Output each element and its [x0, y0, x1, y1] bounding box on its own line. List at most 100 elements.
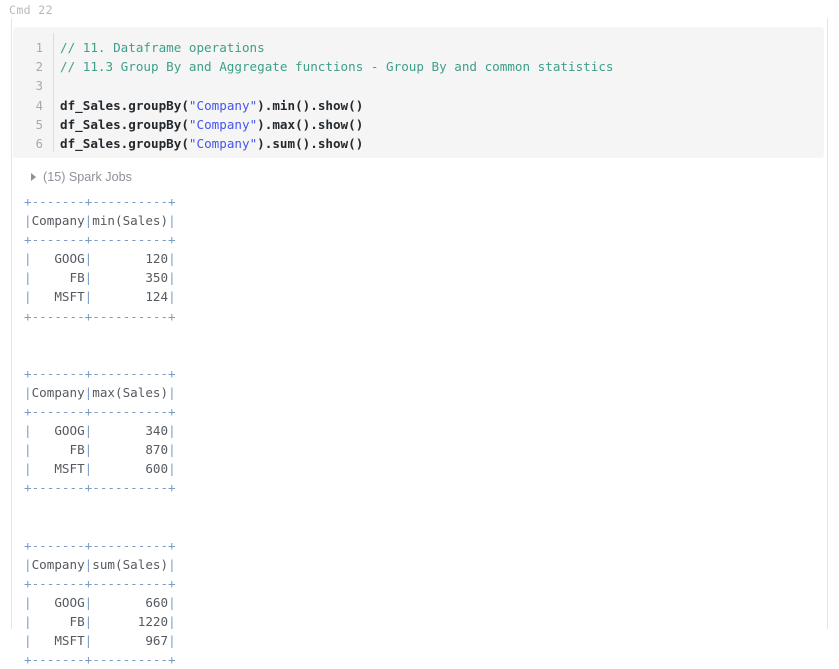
- table-row: | GOOG| 660|: [24, 593, 814, 612]
- table-cell-divider: |: [168, 557, 176, 572]
- cell-left-border: [11, 18, 12, 629]
- code-line-text[interactable]: df_Sales.groupBy("Company").max().show(): [43, 115, 363, 134]
- table-cell: GOOG: [32, 595, 85, 610]
- table-cell: 660: [92, 595, 168, 610]
- code-line-text[interactable]: df_Sales.groupBy("Company").sum().show(): [43, 134, 363, 153]
- table-cell-divider: |: [168, 461, 176, 476]
- table-rule-mid: +-------+----------+: [24, 574, 814, 593]
- table-cell: 967: [92, 633, 168, 648]
- code-line[interactable]: 6df_Sales.groupBy("Company").sum().show(…: [13, 134, 824, 153]
- code-line[interactable]: 3: [13, 76, 824, 95]
- code-line[interactable]: 5df_Sales.groupBy("Company").max().show(…: [13, 115, 824, 134]
- line-number: 6: [13, 135, 43, 154]
- cell-command-label: Cmd 22: [9, 3, 53, 17]
- code-line-text[interactable]: // 11. Dataframe operations: [43, 38, 265, 57]
- code-line[interactable]: 4df_Sales.groupBy("Company").min().show(…: [13, 96, 824, 115]
- table-cell-divider: |: [24, 385, 32, 400]
- table-cell-divider: |: [24, 270, 32, 285]
- code-lines[interactable]: 1 // 11. Dataframe operations 2 // 11.3 Gro…: [13, 38, 824, 153]
- code-line-text[interactable]: // 11.3 Group By and Aggregate functions…: [43, 57, 614, 76]
- triangle-right-icon[interactable]: [31, 173, 36, 181]
- token-plain: df_Sales.groupBy(: [60, 136, 189, 151]
- line-number: 2: [13, 58, 43, 77]
- table-cell-divider: |: [24, 557, 32, 572]
- table-cell-divider: |: [168, 270, 176, 285]
- table-cell: MSFT: [32, 289, 85, 304]
- table-cell: MSFT: [32, 633, 85, 648]
- table-header-row: |Company|max(Sales)|: [24, 383, 814, 402]
- table-cell: 120: [92, 251, 168, 266]
- cell-right-border: [827, 18, 828, 629]
- token-plain: ).max().show(): [257, 117, 363, 132]
- table-cell-divider: |: [168, 423, 176, 438]
- token-plain: df_Sales.groupBy(: [60, 98, 189, 113]
- spark-jobs-label: (15) Spark Jobs: [43, 170, 132, 184]
- table-cell: FB: [32, 614, 85, 629]
- spark-jobs-toggle[interactable]: (15) Spark Jobs: [31, 170, 132, 184]
- table-cell: FB: [32, 270, 85, 285]
- table-rule-top: +-------+----------+: [24, 536, 814, 555]
- table-rule-top: +-------+----------+: [24, 364, 814, 383]
- table-cell: 1220: [92, 614, 168, 629]
- table-header-row: |Company|min(Sales)|: [24, 211, 814, 230]
- table-cell-divider: |: [168, 442, 176, 457]
- table-row: | GOOG| 340|: [24, 421, 814, 440]
- output-blank-line: [24, 326, 814, 345]
- table-cell-divider: |: [24, 595, 32, 610]
- table-row: | FB| 1220|: [24, 612, 814, 631]
- code-editor[interactable]: 1 // 11. Dataframe operations 2 // 11.3 Gro…: [13, 27, 824, 158]
- code-line-text[interactable]: df_Sales.groupBy("Company").min().show(): [43, 96, 363, 115]
- table-cell: FB: [32, 442, 85, 457]
- token-string: "Company": [189, 136, 257, 151]
- table-cell-divider: |: [168, 251, 176, 266]
- table-column-header: Company: [32, 213, 85, 228]
- table-row: | MSFT| 600|: [24, 459, 814, 478]
- table-cell-divider: |: [24, 251, 32, 266]
- table-column-header: Company: [32, 385, 85, 400]
- token-comment: // 11.3 Group By and Aggregate functions…: [60, 59, 614, 74]
- table-cell: MSFT: [32, 461, 85, 476]
- table-row: | MSFT| 967|: [24, 631, 814, 650]
- table-cell-divider: |: [24, 614, 32, 629]
- token-comment: // 11. Dataframe operations: [60, 40, 265, 55]
- table-row: | MSFT| 124|: [24, 287, 814, 306]
- table-cell-divider: |: [24, 633, 32, 648]
- table-rule-mid: +-------+----------+: [24, 402, 814, 421]
- table-column-header: Company: [32, 557, 85, 572]
- token-plain: ).sum().show(): [257, 136, 363, 151]
- code-line[interactable]: 2 // 11.3 Group By and Aggregate function…: [13, 57, 824, 76]
- notebook-cell-container: Cmd 22 1 // 11. Dataframe operations 2 // 1…: [0, 0, 839, 629]
- table-cell-divider: |: [85, 633, 93, 648]
- output-blank-line: [24, 498, 814, 517]
- table-row: | FB| 350|: [24, 268, 814, 287]
- line-number: 3: [13, 77, 43, 96]
- table-column-header: min(Sales): [92, 213, 168, 228]
- table-cell-divider: |: [24, 423, 32, 438]
- table-cell-divider: |: [168, 614, 176, 629]
- table-cell: 870: [92, 442, 168, 457]
- table-cell-divider: |: [24, 461, 32, 476]
- table-cell-divider: |: [168, 213, 176, 228]
- table-row: | GOOG| 120|: [24, 249, 814, 268]
- token-plain: ).min().show(): [257, 98, 363, 113]
- table-cell-divider: |: [24, 442, 32, 457]
- table-cell-divider: |: [168, 633, 176, 648]
- line-number: 5: [13, 116, 43, 135]
- table-cell-divider: |: [168, 385, 176, 400]
- table-column-header: max(Sales): [92, 385, 168, 400]
- cell-output: +-------+----------+|Company|min(Sales)|…: [24, 192, 814, 669]
- code-line[interactable]: 1 // 11. Dataframe operations: [13, 38, 824, 57]
- table-cell: 600: [92, 461, 168, 476]
- table-cell-divider: |: [168, 289, 176, 304]
- table-cell: 340: [92, 423, 168, 438]
- table-cell-divider: |: [24, 289, 32, 304]
- line-number: 4: [13, 97, 43, 116]
- table-cell: GOOG: [32, 251, 85, 266]
- table-rule-top: +-------+----------+: [24, 192, 814, 211]
- line-number: 1: [13, 39, 43, 58]
- table-cell: 124: [92, 289, 168, 304]
- table-cell: 350: [92, 270, 168, 285]
- table-header-row: |Company|sum(Sales)|: [24, 555, 814, 574]
- output-blank-line: [24, 517, 814, 536]
- token-string: "Company": [189, 98, 257, 113]
